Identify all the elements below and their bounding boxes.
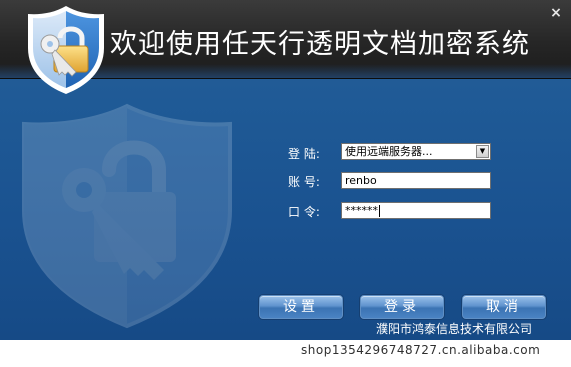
- cancel-button[interactable]: 取消: [462, 295, 546, 319]
- shop-watermark-text: shop1354296748727.cn.alibaba.com: [301, 343, 541, 357]
- login-window: 欢迎使用任天行透明文档加密系统 × 登 陆: 使用远端服务器... ▼ 账 号:…: [0, 0, 571, 340]
- shield-lock-key-watermark-icon: [22, 103, 232, 329]
- window-title: 欢迎使用任天行透明文档加密系统: [110, 29, 530, 60]
- login-mode-label: 登 陆:: [288, 147, 320, 161]
- settings-button[interactable]: 设置: [259, 295, 343, 319]
- shield-lock-key-icon: [28, 6, 104, 94]
- company-name: 濮阳市鸿泰信息技术有限公司: [376, 322, 533, 336]
- account-input-value: renbo: [345, 174, 377, 187]
- password-label: 口 令:: [288, 205, 320, 219]
- chevron-down-icon[interactable]: ▼: [476, 145, 489, 158]
- server-select-value: 使用远端服务器...: [345, 145, 433, 158]
- account-label: 账 号:: [288, 175, 320, 189]
- text-caret: [379, 205, 380, 217]
- close-icon[interactable]: ×: [549, 6, 563, 20]
- password-input-value: ******: [345, 204, 378, 217]
- server-select[interactable]: 使用远端服务器... ▼: [341, 143, 491, 160]
- account-input[interactable]: renbo: [341, 172, 491, 189]
- password-input[interactable]: ******: [341, 202, 491, 219]
- login-button[interactable]: 登录: [360, 295, 444, 319]
